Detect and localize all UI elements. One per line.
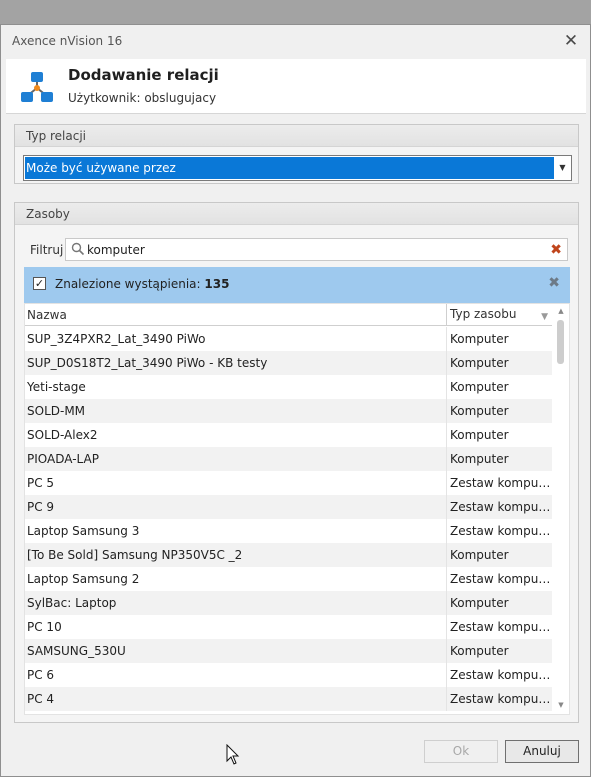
app-title: Axence nVision 16 (12, 34, 123, 48)
table-row[interactable]: PC 9 Zestaw kompute... (25, 495, 552, 519)
cell-name: PIOADA-LAP (27, 452, 99, 466)
cell-name: SUP_3Z4PXR2_Lat_3490 PiWo (27, 332, 206, 346)
background-band (0, 0, 591, 24)
filter-input[interactable] (87, 241, 547, 258)
found-checkbox[interactable]: ✓ (33, 277, 46, 290)
table-row[interactable]: SUP_3Z4PXR2_Lat_3490 PiWo Komputer (25, 327, 552, 351)
cell-type: Komputer (446, 423, 552, 447)
table-row[interactable]: PC 5 Zestaw kompute... (25, 471, 552, 495)
filter-funnel-icon[interactable]: ▼ (541, 307, 548, 328)
table-row[interactable]: PC 10 Zestaw kompute... (25, 615, 552, 639)
cell-name: Yeti-stage (27, 380, 86, 394)
cell-type: Komputer (446, 447, 552, 471)
table-row[interactable]: SOLD-Alex2 Komputer (25, 423, 552, 447)
clear-filter-icon[interactable]: ✖ (550, 240, 562, 260)
relation-type-heading: Typ relacji (15, 125, 578, 147)
found-label: Znalezione wystąpienia: (55, 277, 205, 291)
cell-name: SUP_D0S18T2_Lat_3490 PiWo - KB testy (27, 356, 268, 370)
chevron-down-icon[interactable]: ▼ (554, 156, 571, 180)
column-header-type-label: Typ zasobu (450, 307, 517, 321)
table-row[interactable]: PC 4 Zestaw kompute... (25, 687, 552, 711)
scroll-up-icon[interactable]: ▲ (553, 307, 569, 315)
cancel-button[interactable]: Anuluj (505, 740, 579, 763)
table-row[interactable]: Yeti-stage Komputer (25, 375, 552, 399)
scroll-down-icon[interactable]: ▼ (553, 701, 569, 709)
cell-name: PC 10 (27, 620, 62, 634)
cell-name: SOLD-Alex2 (27, 428, 98, 442)
close-icon[interactable]: ✕ (562, 31, 580, 51)
cell-name: Laptop Samsung 2 (27, 572, 140, 586)
table-row[interactable]: [To Be Sold] Samsung NP350V5C _2 Komputer (25, 543, 552, 567)
cell-type: Komputer (446, 351, 552, 375)
table-row[interactable]: SUP_D0S18T2_Lat_3490 PiWo - KB testy Komp… (25, 351, 552, 375)
cell-type: Zestaw kompute... (446, 615, 552, 639)
scroll-thumb[interactable] (557, 320, 564, 364)
column-header-name[interactable]: Nazwa (27, 308, 67, 322)
table-header: Nazwa Typ zasobu ▼ (25, 304, 552, 326)
ok-button[interactable]: Ok (424, 740, 498, 763)
dialog-window: Axence nVision 16 ✕ Dodawanie relacji Uż… (0, 24, 591, 777)
table-row[interactable]: SOLD-MM Komputer (25, 399, 552, 423)
close-found-icon[interactable]: ✖ (548, 275, 560, 291)
cell-name: SylBac: Laptop (27, 596, 117, 610)
vertical-scrollbar[interactable]: ▲ ▼ (553, 304, 569, 714)
title-bar: Axence nVision 16 ✕ (1, 25, 590, 59)
relation-icon (21, 72, 53, 102)
cell-name: SOLD-MM (27, 404, 86, 418)
filter-label: Filtruj (30, 243, 64, 257)
relation-type-value: Może być używane przez (25, 157, 554, 179)
cell-name: Laptop Samsung 3 (27, 524, 140, 538)
cell-name: [To Be Sold] Samsung NP350V5C _2 (27, 548, 243, 562)
filter-field[interactable]: ✖ (65, 238, 568, 261)
cell-type: Zestaw kompute... (446, 663, 552, 687)
dialog-title: Dodawanie relacji (68, 66, 219, 84)
resources-heading: Zasoby (15, 203, 578, 225)
cell-type: Komputer (446, 399, 552, 423)
dialog-subtitle: Użytkownik: obslugujacy (68, 91, 217, 105)
table-row[interactable]: PIOADA-LAP Komputer (25, 447, 552, 471)
mouse-pointer-icon (226, 744, 240, 765)
cell-type: Zestaw kompute... (446, 567, 552, 591)
cell-type: Komputer (446, 375, 552, 399)
found-text: Znalezione wystąpienia: 135 (55, 277, 229, 291)
cell-type: Komputer (446, 327, 552, 351)
cell-name: PC 6 (27, 668, 55, 682)
relation-type-select[interactable]: Może być używane przez ▼ (23, 155, 572, 181)
cell-type: Zestaw kompute... (446, 519, 552, 543)
column-header-type[interactable]: Typ zasobu ▼ (446, 304, 552, 326)
relation-type-group: Typ relacji Może być używane przez ▼ (14, 124, 579, 184)
cell-type: Komputer (446, 543, 552, 567)
cell-name: PC 9 (27, 500, 55, 514)
found-count: 135 (204, 277, 230, 291)
resources-table: Nazwa Typ zasobu ▼ SUP_3Z4PXR2_Lat_3490 … (24, 303, 570, 715)
cell-name: PC 5 (27, 476, 55, 490)
cell-type: Komputer (446, 591, 552, 615)
cell-type: Zestaw kompute... (446, 687, 552, 711)
found-results-bar: ✓ Znalezione wystąpienia: 135 ✖ (24, 267, 570, 303)
cell-type: Zestaw kompute... (446, 471, 552, 495)
dialog-header: Dodawanie relacji Użytkownik: obslugujac… (6, 59, 586, 114)
table-row[interactable]: Laptop Samsung 2 Zestaw kompute... (25, 567, 552, 591)
cell-name: PC 4 (27, 692, 55, 706)
table-row[interactable]: SAMSUNG_530U Komputer (25, 639, 552, 663)
cell-name: SAMSUNG_530U (27, 644, 126, 658)
table-row[interactable]: PC 6 Zestaw kompute... (25, 663, 552, 687)
table-body: SUP_3Z4PXR2_Lat_3490 PiWo Komputer SUP_D0S… (25, 327, 552, 711)
resources-group: Zasoby Filtruj ✖ ✓ Znalezione wystąpieni… (14, 202, 579, 723)
table-row[interactable]: Laptop Samsung 3 Zestaw kompute... (25, 519, 552, 543)
table-row[interactable]: SylBac: Laptop Komputer (25, 591, 552, 615)
cell-type: Zestaw kompute... (446, 495, 552, 519)
cell-type: Komputer (446, 639, 552, 663)
search-icon (71, 242, 85, 256)
